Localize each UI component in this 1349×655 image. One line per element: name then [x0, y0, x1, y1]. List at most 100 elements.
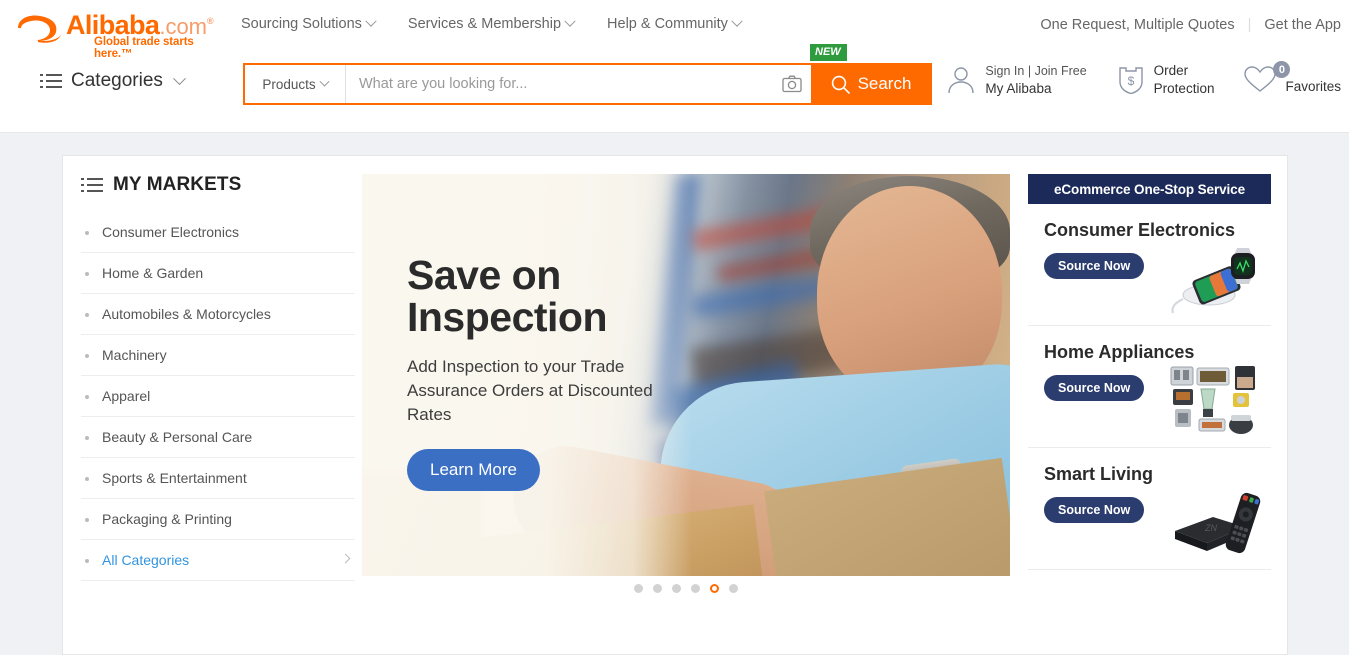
chevron-down-icon	[173, 71, 186, 85]
carousel-dot-3[interactable]	[672, 584, 681, 593]
sidebar-item-label: Automobiles & Motorcycles	[102, 306, 271, 322]
phone-smartwatch-charger-icon	[1171, 248, 1255, 314]
hero-learn-more-button[interactable]: Learn More	[407, 449, 540, 491]
sidebar-item-label: Apparel	[102, 388, 151, 404]
registered-mark-icon: ®	[207, 16, 214, 26]
hero-heading-line2: Inspection	[407, 294, 608, 340]
account-separator: |	[1027, 64, 1032, 78]
sidebar-item-home-garden[interactable]: Home & Garden	[81, 253, 355, 294]
nav-help-community[interactable]: Help & Community	[607, 15, 743, 32]
my-alibaba-link[interactable]: My Alibaba	[985, 80, 1086, 98]
new-badge: NEW	[810, 44, 847, 61]
svg-text:$: $	[1127, 74, 1134, 88]
user-icon	[948, 67, 975, 94]
primary-nav: Sourcing Solutions Services & Membership…	[241, 15, 743, 32]
account-text: Sign In | Join Free My Alibaba	[985, 62, 1086, 98]
carousel-dot-4[interactable]	[691, 584, 700, 593]
sidebar-item-label: Sports & Entertainment	[102, 470, 247, 486]
promo-card-title: Consumer Electronics	[1044, 220, 1236, 240]
nav-label: Help & Community	[607, 16, 728, 32]
search-button[interactable]: NEW Search	[810, 44, 930, 103]
account-menu[interactable]: Sign In | Join Free My Alibaba	[945, 62, 1087, 98]
search-bar: Products NEW Search	[243, 44, 932, 105]
sidebar-item-label: Home & Garden	[102, 265, 204, 281]
carousel-dot-6[interactable]	[729, 584, 738, 593]
alibaba-logo[interactable]: Alibaba.com® Global trade starts here.™	[14, 8, 214, 60]
link-get-the-app[interactable]: Get the App	[1264, 17, 1341, 33]
search-scope-label: Products	[262, 76, 316, 92]
camera-icon[interactable]	[773, 65, 811, 103]
promo-card-consumer-electronics[interactable]: Consumer Electronics Source Now	[1028, 204, 1271, 326]
sidebar-item-label: Consumer Electronics	[102, 224, 239, 240]
heart-icon	[1244, 66, 1277, 92]
my-markets-title: MY MARKETS	[113, 174, 242, 195]
order-protection-icon: $	[1118, 67, 1143, 95]
logo-tagline: Global trade starts here.™	[94, 36, 194, 60]
chevron-down-icon	[731, 15, 743, 27]
promo-card-smart-living[interactable]: Smart Living Source Now ZN	[1028, 448, 1271, 570]
sidebar-item-packaging-printing[interactable]: Packaging & Printing	[81, 499, 355, 540]
join-free-link[interactable]: Join Free	[1035, 64, 1087, 78]
hero-banner-content: Save on Inspection Add Inspection to you…	[407, 254, 682, 491]
source-now-button[interactable]: Source Now	[1044, 497, 1145, 523]
hero-banner[interactable]: Save on Inspection Add Inspection to you…	[362, 174, 1010, 576]
promo-card-title: Smart Living	[1044, 464, 1154, 484]
sidebar-item-apparel[interactable]: Apparel	[81, 376, 355, 417]
hero-heading-line1: Save on	[407, 252, 561, 298]
utility-divider: |	[1247, 17, 1252, 33]
chevron-down-icon	[319, 76, 330, 87]
link-one-request-multiple-quotes[interactable]: One Request, Multiple Quotes	[1040, 17, 1234, 33]
promo-panel-header: eCommerce One-Stop Service	[1028, 174, 1271, 204]
categories-button[interactable]: Categories	[40, 70, 186, 92]
alibaba-logo-mark	[18, 15, 61, 43]
order-protection-line1: Order	[1153, 63, 1189, 78]
search-input[interactable]	[346, 65, 773, 103]
sidebar-item-label: Packaging & Printing	[102, 511, 232, 527]
sidebar-item-label: Machinery	[102, 347, 167, 363]
chevron-down-icon	[564, 15, 576, 27]
tv-box-remote-icon: ZN	[1175, 492, 1261, 554]
homepage-content-card: MY MARKETS Consumer Electronics Home & G…	[62, 155, 1288, 655]
promo-card-home-appliances[interactable]: Home Appliances Source Now	[1028, 326, 1271, 448]
favorites-button[interactable]: 0 Favorites	[1243, 61, 1341, 96]
page-body: MY MARKETS Consumer Electronics Home & G…	[0, 133, 1349, 655]
sidebar-item-machinery[interactable]: Machinery	[81, 335, 355, 376]
source-now-button[interactable]: Source Now	[1044, 375, 1145, 401]
kitchen-appliances-icon	[1170, 366, 1255, 434]
nav-label: Services & Membership	[407, 16, 562, 32]
order-protection-button[interactable]: $ Order Protection	[1116, 62, 1214, 98]
my-markets-header: MY MARKETS	[81, 174, 355, 196]
favorites-text: Favorites	[1285, 62, 1341, 96]
carousel-dot-1[interactable]	[634, 584, 643, 593]
sidebar-item-label: Beauty & Personal Care	[102, 429, 253, 445]
search-icon	[831, 75, 850, 94]
signin-join-row: Sign In | Join Free	[985, 62, 1086, 80]
sidebar-item-all-categories[interactable]: All Categories	[81, 540, 355, 581]
sidebar-item-sports-entertainment[interactable]: Sports & Entertainment	[81, 458, 355, 499]
nav-services-membership[interactable]: Services & Membership	[407, 15, 576, 32]
chevron-down-icon	[365, 15, 377, 27]
sidebar-item-automobiles-motorcycles[interactable]: Automobiles & Motorcycles	[81, 294, 355, 335]
svg-text:ZN: ZN	[1204, 523, 1217, 533]
sidebar-item-label: All Categories	[102, 552, 190, 568]
sidebar-item-beauty-personal-care[interactable]: Beauty & Personal Care	[81, 417, 355, 458]
list-menu-icon	[40, 73, 62, 89]
nav-sourcing-solutions[interactable]: Sourcing Solutions	[241, 15, 377, 32]
search-scope-select[interactable]: Products	[245, 65, 346, 103]
categories-label: Categories	[71, 70, 163, 91]
carousel-dot-2[interactable]	[653, 584, 662, 593]
site-header: Alibaba.com® Global trade starts here.™ …	[0, 0, 1349, 133]
ecommerce-service-panel: eCommerce One-Stop Service Consumer Elec…	[1028, 174, 1271, 570]
header-utility-links: One Request, Multiple Quotes | Get the A…	[1040, 17, 1341, 33]
source-now-button[interactable]: Source Now	[1044, 253, 1145, 279]
hero-heading: Save on Inspection	[407, 254, 682, 338]
carousel-dot-5-active[interactable]	[710, 584, 719, 593]
sign-in-link[interactable]: Sign In	[985, 64, 1024, 78]
list-menu-icon	[81, 177, 103, 193]
header-account-icons: Sign In | Join Free My Alibaba $ Order P…	[945, 61, 1341, 98]
promo-card-title: Home Appliances	[1044, 342, 1195, 362]
search-button-label: Search	[857, 74, 912, 93]
sidebar-item-consumer-electronics[interactable]: Consumer Electronics	[81, 212, 355, 253]
hero-body-text: Add Inspection to your Trade Assurance O…	[407, 357, 653, 424]
my-markets-list: Consumer Electronics Home & Garden Autom…	[81, 212, 355, 581]
